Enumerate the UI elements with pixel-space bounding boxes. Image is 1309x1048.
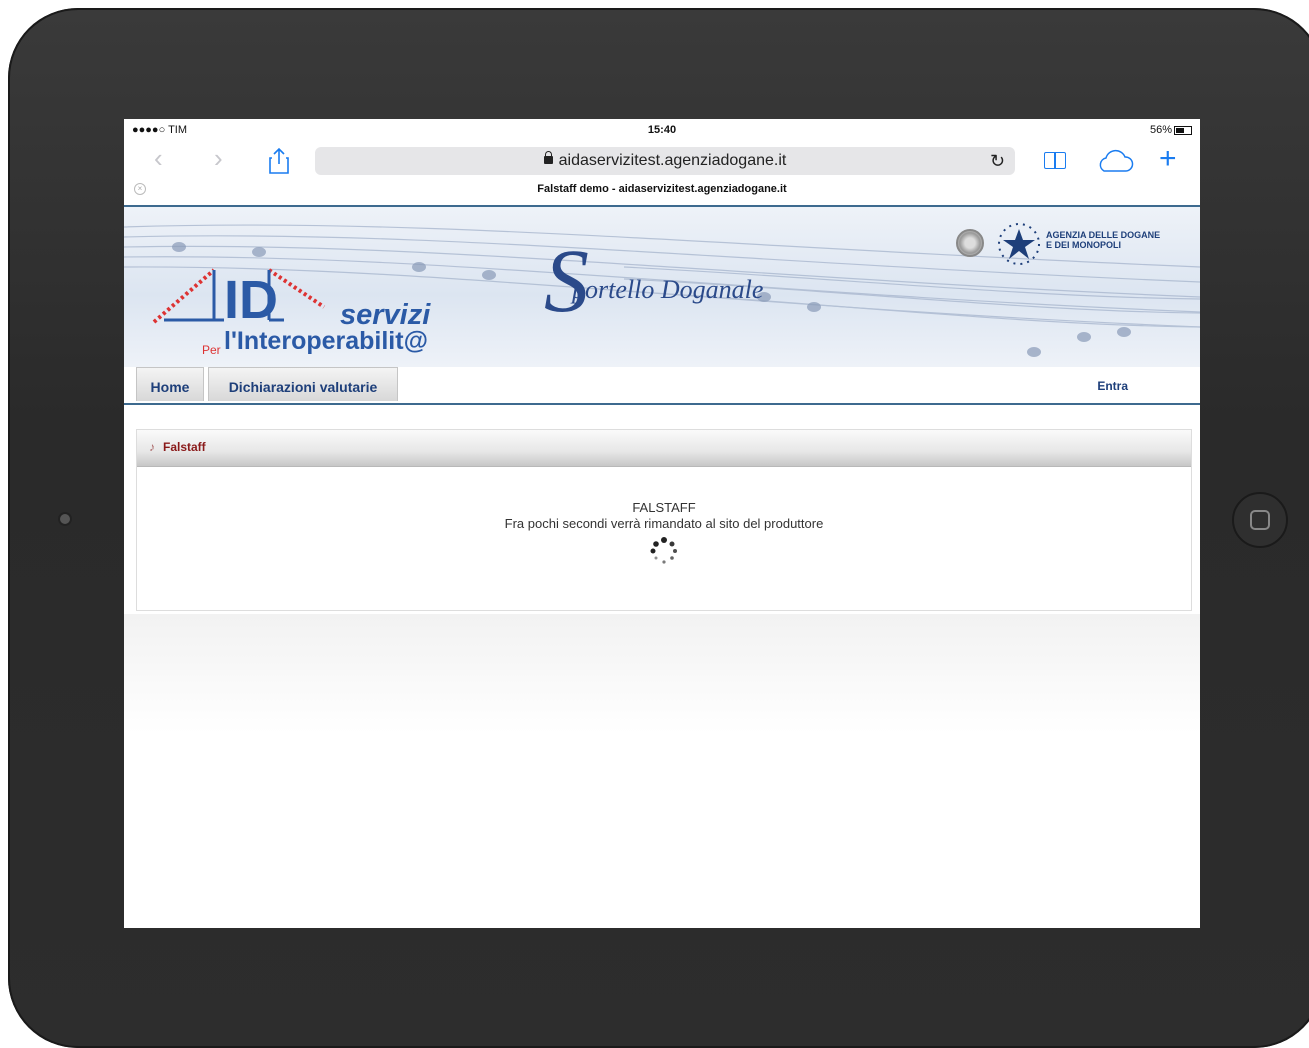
screen: ●●●●○ TIM 15:40 56% ‹ › aidaservizitest.…	[124, 119, 1200, 928]
aida-logo-roof-icon: ID	[152, 268, 326, 330]
panel-header: ♪ Falstaff	[137, 430, 1191, 467]
battery-icon	[1174, 125, 1192, 135]
nav-dichiarazioni-valutarie[interactable]: Dichiarazioni valutarie	[208, 367, 398, 401]
republic-emblem-icon	[956, 229, 984, 257]
message-title: FALSTAFF	[632, 500, 696, 515]
agency-star-icon	[998, 223, 1040, 265]
tab-title[interactable]: Falstaff demo - aidaservizitest.agenziad…	[124, 183, 1200, 195]
redirect-message: Fra pochi secondi verrà rimandato al sit…	[504, 516, 824, 531]
home-button-icon	[1250, 510, 1270, 530]
back-icon[interactable]: ‹	[154, 145, 163, 171]
sportello-logo: Sportello Doganale	[544, 232, 764, 331]
logo-per: Per	[202, 343, 221, 357]
lock-icon	[543, 151, 553, 164]
nav-home[interactable]: Home	[136, 367, 204, 401]
logo-id-text: ID	[224, 270, 278, 330]
battery-label: 56%	[1149, 124, 1172, 136]
new-tab-icon[interactable]: +	[1159, 142, 1177, 176]
agency-line-1: AGENZIA DELLE DOGANE	[1046, 230, 1161, 240]
battery-indicator: 56%	[1150, 124, 1192, 136]
panel-title: Falstaff	[163, 440, 206, 454]
camera	[60, 514, 70, 524]
cloud-tabs-icon[interactable]	[1096, 149, 1134, 173]
clock: 15:40	[647, 124, 677, 136]
agency-name: AGENZIA DELLE DOGANE E DEI MONOPOLI	[1046, 230, 1160, 250]
browser-toolbar: ‹ › aidaservizitest.agenziadogane.it ↻ +	[124, 141, 1200, 175]
address-bar[interactable]: aidaservizitest.agenziadogane.it	[315, 147, 1015, 175]
share-icon[interactable]	[268, 147, 290, 175]
sportello-text: portello Doganale	[572, 275, 764, 304]
reload-icon[interactable]: ↻	[990, 147, 1005, 175]
url-text: aidaservizitest.agenziadogane.it	[558, 152, 787, 169]
music-note-icon: ♪	[149, 440, 155, 454]
main-nav: Home Dichiarazioni valutarie Entra	[124, 367, 1200, 405]
home-button[interactable]	[1232, 492, 1288, 548]
page-background	[124, 614, 1200, 734]
forward-icon[interactable]: ›	[214, 145, 223, 171]
login-link[interactable]: Entra	[1097, 379, 1128, 393]
status-bar: ●●●●○ TIM 15:40 56%	[124, 119, 1200, 141]
bookmarks-icon[interactable]	[1044, 152, 1066, 169]
tab-bar: × Falstaff demo - aidaservizitest.agenzi…	[124, 175, 1200, 207]
loading-spinner-icon	[650, 537, 677, 564]
logo-interoperabilita: l'Interoperabilit@	[224, 327, 428, 355]
site-banner: ID servizi Per l'Interoperabilit@ Sporte…	[124, 207, 1200, 367]
content-panel: ♪ Falstaff FALSTAFF Fra pochi secondi ve…	[136, 429, 1192, 611]
agency-line-2: E DEI MONOPOLI	[1046, 240, 1122, 250]
